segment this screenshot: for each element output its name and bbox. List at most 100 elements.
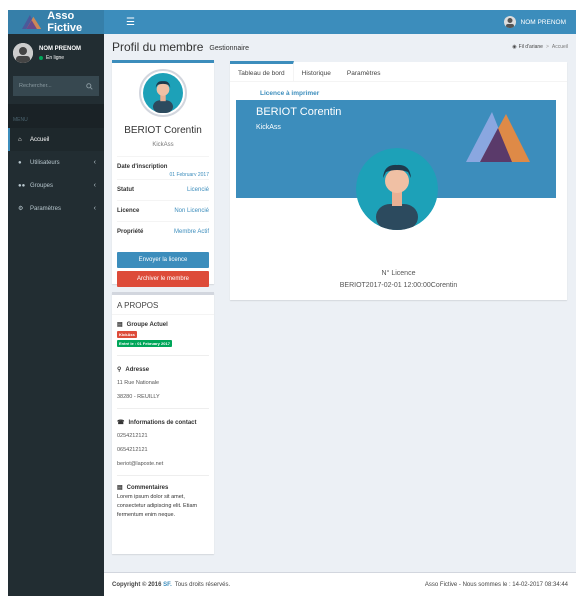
contact-heading: ☎ Informations de contact	[117, 419, 209, 427]
footer-brand-link[interactable]: SF.	[163, 582, 172, 588]
sidebar-item-label: Utilisateurs	[30, 159, 60, 166]
tab-parametres[interactable]: Paramètres	[339, 61, 389, 81]
sidebar-item-utilisateurs[interactable]: ● Utilisateurs ‹	[8, 151, 104, 174]
licence-print-link[interactable]: Licence à imprimer	[260, 90, 567, 97]
sidebar-item-groupes[interactable]: ●● Groupes ‹	[8, 174, 104, 197]
sidebar: NOM PRENOM En ligne Rechercher... MENU ⌂…	[8, 34, 104, 596]
user-panel: NOM PRENOM En ligne	[8, 34, 104, 72]
logo-icon	[22, 14, 42, 30]
group-heading: ▤ Groupe Actuel	[117, 321, 209, 329]
search-icon[interactable]	[86, 82, 93, 90]
list-item: Licence Non Licencié	[117, 200, 209, 221]
sidebar-item-label: Paramètres	[30, 205, 62, 212]
archive-member-button[interactable]: Archiver le membre	[117, 271, 209, 287]
file-icon: ▤	[117, 485, 123, 491]
send-licence-button[interactable]: Envoyer la licence	[117, 252, 209, 268]
map-marker-icon: ⚲	[117, 367, 122, 373]
propriete-label: Propriété	[117, 229, 144, 235]
address-heading: ⚲ Adresse	[117, 366, 209, 374]
licence-value[interactable]: Non Licencié	[174, 208, 209, 214]
top-user-name: NOM PRENOM	[520, 18, 567, 26]
search-input[interactable]: Rechercher...	[13, 76, 99, 96]
card-subtitle: KickAss	[256, 124, 281, 131]
breadcrumb-current: Accueil	[551, 44, 568, 50]
user-icon: ●	[18, 159, 22, 166]
sidebar-user-name: NOM PRENOM	[39, 45, 81, 52]
dashboard-icon: ◉	[512, 44, 517, 50]
address-line2: 38280 - REUILLY	[117, 394, 160, 400]
status-value[interactable]: Licencié	[187, 187, 209, 193]
user-status: En ligne	[39, 55, 81, 61]
chevron-left-icon: ‹	[93, 159, 96, 166]
main-tabs-box: Tableau de bord Historique Paramètres Li…	[230, 61, 567, 300]
profile-box: BERIOT Corentin KickAss Date d'inscripti…	[112, 60, 214, 287]
gear-icon: ⚙	[18, 206, 24, 212]
list-item: Statut Licencié	[117, 179, 209, 200]
copyright-text: Copyright © 2016	[112, 581, 162, 588]
address-section: ⚲ Adresse 11 Rue Nationale 38280 - REUIL…	[117, 356, 209, 409]
sidebar-item-parametres[interactable]: ⚙ Paramètres ‹	[8, 197, 104, 220]
licence-number-value: BERIOT2017-02-01 12:00:00Corentin	[339, 282, 458, 289]
contact-section: ☎ Informations de contact 0254212121 065…	[117, 409, 209, 476]
profile-job: KickAss	[152, 142, 174, 148]
avatar	[503, 16, 516, 28]
breadcrumb-separator: >	[545, 44, 549, 50]
licence-label: Licence	[117, 208, 140, 214]
avatar	[13, 43, 33, 63]
group-badge: KickAss	[117, 331, 137, 338]
brand-name: Asso Fictive	[47, 10, 83, 34]
tab-bar: Tableau de bord Historique Paramètres	[230, 61, 567, 82]
phone-icon: ☎	[117, 420, 125, 426]
users-icon: ●●	[18, 182, 26, 189]
propriete-value[interactable]: Membre Actif	[174, 229, 209, 235]
logo-area[interactable]: Asso Fictive	[8, 10, 104, 34]
group-section: ▤ Groupe Actuel KickAss Entré le : 01 Fe…	[117, 315, 209, 356]
list-item: Date d'inscription 01 February 2017	[117, 156, 209, 179]
list-item: Propriété Membre Actif	[117, 221, 209, 242]
about-title: A PROPOS	[112, 295, 214, 315]
address-heading-label: Adresse	[125, 366, 150, 373]
group-entry-badge: Entré le : 01 February 2017	[117, 340, 172, 347]
status-label: Statut	[117, 187, 134, 193]
user-status-label: En ligne	[46, 54, 65, 61]
profile-name: BERIOT Corentin	[124, 125, 202, 136]
online-dot-icon	[39, 55, 43, 60]
profile-details-list: Date d'inscription 01 February 2017 Stat…	[117, 156, 209, 242]
date-value: 01 February 2017	[169, 172, 209, 176]
content-header: Profil du membre Gestionnaire ◉ Fil d'ar…	[104, 34, 576, 60]
contact-heading-label: Informations de contact	[128, 419, 197, 426]
card-avatar	[356, 148, 438, 230]
comments-text: Lorem ipsum dolor sit amet, consectetur …	[117, 494, 198, 518]
book-icon: ▤	[117, 322, 123, 328]
top-navbar: Asso Fictive ☰ NOM PRENOM	[8, 10, 576, 34]
chevron-left-icon: ‹	[93, 182, 96, 189]
card-name: BERIOT Corentin	[256, 106, 342, 118]
sidebar-item-accueil[interactable]: ⌂ Accueil	[8, 128, 104, 151]
breadcrumb-root[interactable]: Fil d'ariane	[519, 44, 543, 50]
logo-icon	[466, 112, 530, 162]
footer: Copyright © 2016 SF. Tous droits réservé…	[104, 572, 576, 596]
tab-historique[interactable]: Historique	[294, 61, 339, 81]
menu-header: MENU	[8, 104, 104, 128]
sidebar-item-label: Groupes	[30, 182, 54, 189]
tab-tableau-de-bord[interactable]: Tableau de bord	[230, 61, 294, 81]
footer-rights: Tous droits réservés.	[174, 581, 231, 588]
breadcrumb: ◉ Fil d'ariane > Accueil	[512, 44, 568, 50]
email: beriot@laposte.net	[117, 461, 164, 467]
about-box: A PROPOS ▤ Groupe Actuel KickAss Entré l…	[112, 292, 214, 554]
comments-section: ▤ Commentaires Lorem ipsum dolor sit ame…	[117, 476, 209, 528]
page-subtitle: Gestionnaire	[209, 44, 250, 52]
licence-card: BERIOT Corentin KickAss	[236, 100, 556, 230]
footer-date: Asso Fictive - Nous sommes le : 14-02-20…	[424, 581, 568, 588]
phone1: 0254212121	[117, 433, 148, 439]
hamburger-icon[interactable]: ☰	[126, 17, 135, 28]
sidebar-item-label: Accueil	[30, 136, 50, 143]
phone2: 0654212121	[117, 447, 148, 453]
search-placeholder: Rechercher...	[19, 83, 52, 89]
top-user-menu[interactable]: NOM PRENOM	[503, 16, 567, 28]
group-heading-label: Groupe Actuel	[126, 321, 168, 328]
comments-heading: ▤ Commentaires	[117, 484, 209, 492]
address-line1: 11 Rue Nationale	[117, 380, 160, 386]
page-title: Profil du membre	[112, 40, 204, 54]
date-label: Date d'inscription	[117, 164, 168, 170]
